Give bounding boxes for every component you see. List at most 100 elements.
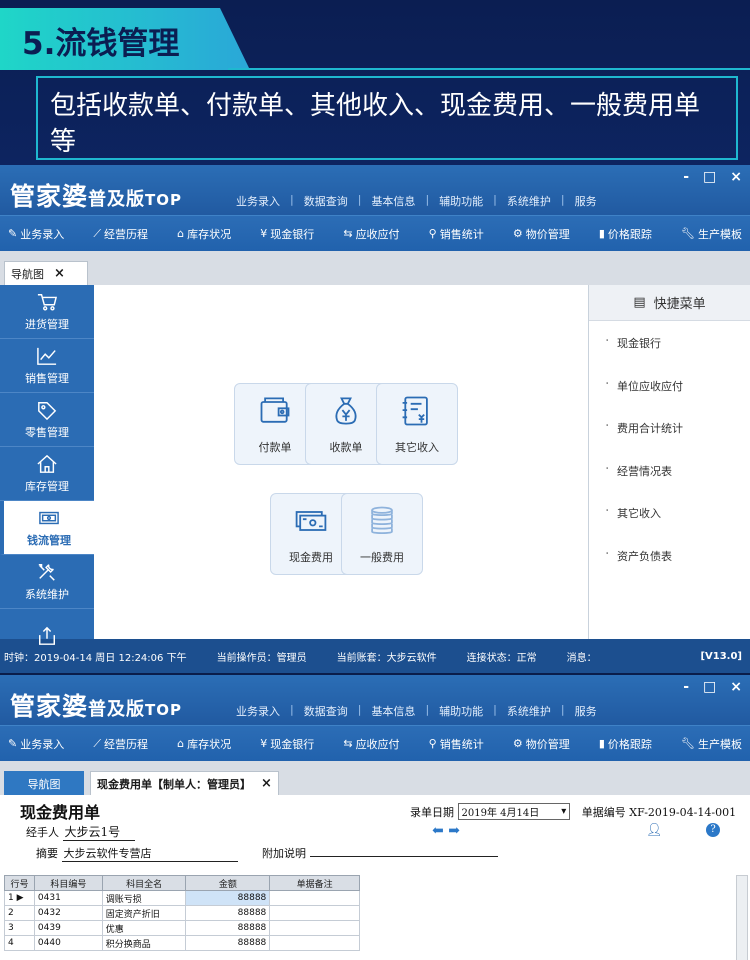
toolbar-stock[interactable]: ⌂ 库存状况 [177, 736, 231, 752]
amount-cell[interactable]: 88888 [185, 905, 271, 921]
menu-item-maintain[interactable]: 系统维护 [507, 193, 551, 209]
account-name[interactable]: 调账亏损 [101, 890, 187, 906]
toolbar-history[interactable]: ⟋ 经营历程 [93, 226, 148, 242]
column-header[interactable]: 科目编号 [33, 875, 103, 891]
quick-item-receivable[interactable]: 单位应收应付 [589, 376, 750, 421]
menu-item-basic[interactable]: 基本信息 [371, 193, 415, 209]
menu-item-maintain[interactable]: 系统维护 [507, 703, 551, 719]
row-number: 2 [4, 905, 35, 921]
account-code[interactable]: 0440 [33, 935, 103, 951]
toolbar-entry[interactable]: ✎ 业务录入 [8, 736, 64, 752]
tile-cash-expense[interactable]: 现金费用 [270, 493, 352, 575]
remark-cell[interactable] [269, 890, 360, 906]
toolbar-receivable[interactable]: ⇆ 应收应付 [343, 226, 399, 242]
summary-field[interactable]: 大步云软件专营店 [61, 845, 238, 862]
vertical-scrollbar[interactable] [736, 875, 748, 960]
docno-value[interactable]: XF-2019-04-14-001 [629, 806, 736, 819]
tile-receipt[interactable]: 收款单 [305, 383, 387, 465]
arrow-right-icon[interactable]: ➡ [448, 823, 460, 839]
toolbar-stock[interactable]: ⌂ 库存状况 [177, 226, 231, 242]
column-header[interactable]: 单据备注 [269, 875, 360, 891]
menu-item-service[interactable]: 服务 [575, 703, 597, 719]
remark-cell[interactable] [269, 920, 360, 936]
user-icon[interactable]: 👤︎ [646, 823, 663, 838]
toolbar-template[interactable]: 🔧︎ 生产模板 [681, 226, 742, 242]
column-header[interactable]: 科目全名 [101, 875, 187, 891]
tab-navigation[interactable]: 导航图 [4, 771, 84, 795]
date-picker[interactable]: 2019年 4月14日 ▾ [457, 803, 571, 820]
amount-cell[interactable]: 88888 [185, 920, 271, 936]
toolbar-sales[interactable]: ⚲ 销售统计 [429, 226, 484, 242]
toolbar-sales[interactable]: ⚲ 销售统计 [429, 736, 484, 752]
table-row[interactable]: 2 0432 固定资产折旧 88888 [4, 905, 360, 921]
quick-item-business-report[interactable]: 经营情况表 [589, 461, 750, 506]
column-header[interactable]: 金额 [185, 875, 271, 891]
toolbar-tracking[interactable]: ▮ 价格跟踪 [599, 736, 652, 752]
tile-other-income[interactable]: 其它收入 [376, 383, 458, 465]
tile-payment[interactable]: 付款单 [234, 383, 316, 465]
nav-item-system[interactable]: 系统维护 [0, 555, 94, 609]
wrench-icon: 🔧︎ [681, 227, 695, 240]
account-name[interactable]: 积分换商品 [101, 935, 187, 951]
close-button[interactable]: × [730, 169, 742, 185]
toolbar-history[interactable]: ⟋ 经营历程 [93, 736, 148, 752]
menu-item-entry[interactable]: 业务录入 [236, 703, 280, 719]
tile-label: 收款单 [329, 441, 363, 454]
menu-item-basic[interactable]: 基本信息 [371, 703, 415, 719]
amount-cell[interactable]: 88888 [185, 935, 271, 951]
toolbar-template[interactable]: 🔧︎ 生产模板 [681, 736, 742, 752]
note-field[interactable] [309, 856, 498, 857]
table-row[interactable]: 1 ▶ 0431 调账亏损 88888 [4, 890, 360, 906]
minimize-button[interactable]: - [683, 679, 689, 695]
nav-item-stock[interactable]: 库存管理 [0, 447, 94, 501]
quick-item-other-income[interactable]: 其它收入 [589, 503, 750, 548]
logo-main: 管家婆 [10, 692, 89, 721]
menu-item-query[interactable]: 数据查询 [304, 703, 348, 719]
tab-cash-expense[interactable]: 现金费用单【制单人：管理员】 × [90, 771, 279, 795]
toolbar-cash[interactable]: ¥ 现金银行 [260, 226, 314, 242]
account-name[interactable]: 优惠 [101, 920, 187, 936]
help-icon[interactable]: ? [706, 823, 720, 837]
table-row[interactable]: 4 0440 积分换商品 88888 [4, 935, 360, 951]
account-name[interactable]: 固定资产折旧 [101, 905, 187, 921]
handler-field[interactable]: 大步云1号 [62, 823, 135, 841]
quick-item-expense-total[interactable]: 费用合计统计 [589, 418, 750, 463]
toolbar-entry[interactable]: ✎ 业务录入 [8, 226, 64, 242]
toolbar-label: 经营历程 [104, 737, 149, 751]
table-row[interactable]: 3 0439 优惠 88888 [4, 920, 360, 936]
logo-sub: 普及版 [88, 699, 146, 720]
minimize-button[interactable]: - [683, 169, 689, 185]
remark-cell[interactable] [269, 905, 360, 921]
account-code[interactable]: 0439 [33, 920, 103, 936]
nav-item-purchase[interactable]: 进货管理 [0, 285, 94, 339]
close-icon[interactable]: × [261, 776, 272, 791]
nav-item-export[interactable] [0, 609, 94, 663]
amount-cell[interactable]: 88888 [185, 890, 271, 906]
nav-item-cashflow[interactable]: 钱流管理 [0, 501, 94, 555]
tile-general-expense[interactable]: 一般费用 [341, 493, 423, 575]
toolbar-cash[interactable]: ¥ 现金银行 [260, 736, 314, 752]
close-icon[interactable]: × [54, 266, 65, 281]
menu-item-service[interactable]: 服务 [575, 193, 597, 209]
account-code[interactable]: 0432 [33, 905, 103, 921]
quick-item-balance-sheet[interactable]: 资产负债表 [589, 546, 750, 591]
nav-item-retail[interactable]: 零售管理 [0, 393, 94, 447]
maximize-button[interactable]: □ [703, 169, 716, 185]
toolbar-tracking[interactable]: ▮ 价格跟踪 [599, 226, 652, 242]
remark-cell[interactable] [269, 935, 360, 951]
menu-item-aux[interactable]: 辅助功能 [439, 703, 483, 719]
nav-item-sales[interactable]: 销售管理 [0, 339, 94, 393]
toolbar-receivable[interactable]: ⇆ 应收应付 [343, 736, 399, 752]
toolbar-price[interactable]: ⚙ 物价管理 [513, 226, 570, 242]
quick-item-cash-bank[interactable]: 现金银行 [589, 333, 750, 378]
menu-item-query[interactable]: 数据查询 [304, 193, 348, 209]
maximize-button[interactable]: □ [703, 679, 716, 695]
tab-navigation[interactable]: 导航图 × [4, 261, 88, 285]
close-button[interactable]: × [730, 679, 742, 695]
column-header[interactable]: 行号 [4, 875, 35, 891]
arrow-left-icon[interactable]: ⬅ [432, 823, 444, 839]
toolbar-price[interactable]: ⚙ 物价管理 [513, 736, 570, 752]
menu-item-aux[interactable]: 辅助功能 [439, 193, 483, 209]
account-code[interactable]: 0431 [33, 890, 103, 906]
menu-item-entry[interactable]: 业务录入 [236, 193, 280, 209]
